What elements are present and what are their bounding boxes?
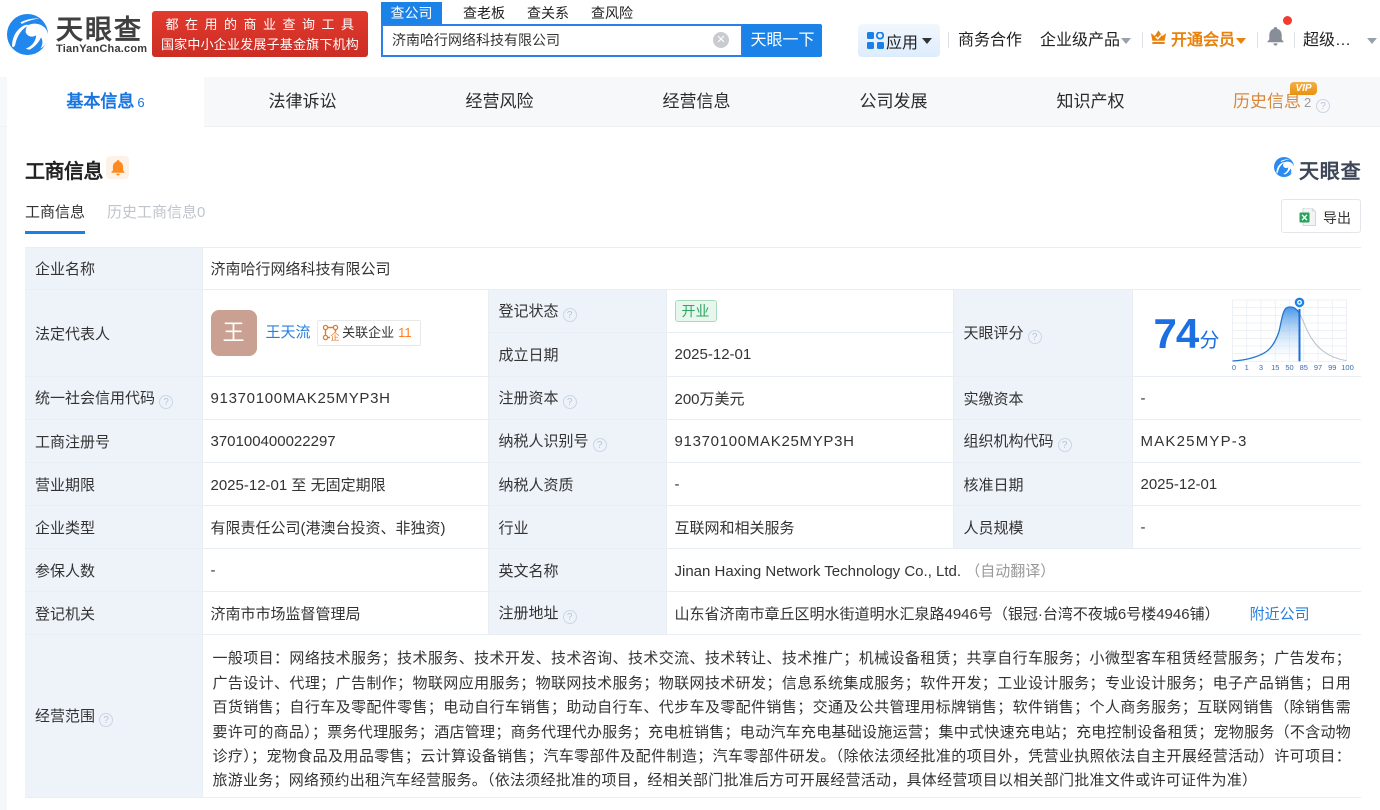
svg-text:100: 100: [1341, 363, 1354, 372]
svg-text:1: 1: [1244, 363, 1248, 372]
svg-text:99: 99: [1328, 363, 1336, 372]
svg-text:企: 企: [330, 331, 339, 341]
svg-text:97: 97: [1313, 363, 1321, 372]
svg-text:50: 50: [1285, 363, 1293, 372]
svg-text:3: 3: [1258, 363, 1262, 372]
svg-text:0: 0: [1231, 363, 1235, 372]
svg-text:15: 15: [1271, 363, 1279, 372]
svg-text:85: 85: [1299, 363, 1307, 372]
